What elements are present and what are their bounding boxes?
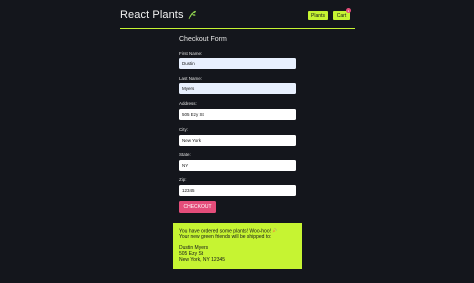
city-field[interactable] (179, 135, 296, 146)
form-title: Checkout Form (179, 36, 227, 43)
checkout-button[interactable]: CHECKOUT (179, 201, 216, 213)
shipping-city-state-zip: New York, NY 12345 (179, 256, 226, 263)
cart-count-badge: 1 (346, 8, 351, 13)
nav-plants-button[interactable]: Plants (308, 11, 328, 20)
address-field[interactable] (179, 109, 296, 120)
header-divider (120, 28, 355, 29)
first-name-field[interactable] (179, 58, 296, 69)
zip-field[interactable] (179, 185, 296, 196)
state-label: State: (179, 152, 191, 157)
order-confirmation: You have ordered some plants! Woo-hoo! Y… (173, 223, 302, 269)
city-label: City: (179, 127, 188, 132)
state-field[interactable] (179, 160, 296, 171)
last-name-label: Last Name: (179, 76, 203, 81)
brand-logo[interactable]: React Plants (120, 9, 197, 21)
address-label: Address: (179, 101, 197, 106)
first-name-label: First Name: (179, 51, 203, 56)
party-popper-icon (272, 228, 278, 233)
zip-label: Zip: (179, 177, 187, 182)
plant-leaf-icon (188, 10, 196, 20)
brand-title: React Plants (120, 9, 184, 21)
last-name-field[interactable] (179, 83, 296, 94)
